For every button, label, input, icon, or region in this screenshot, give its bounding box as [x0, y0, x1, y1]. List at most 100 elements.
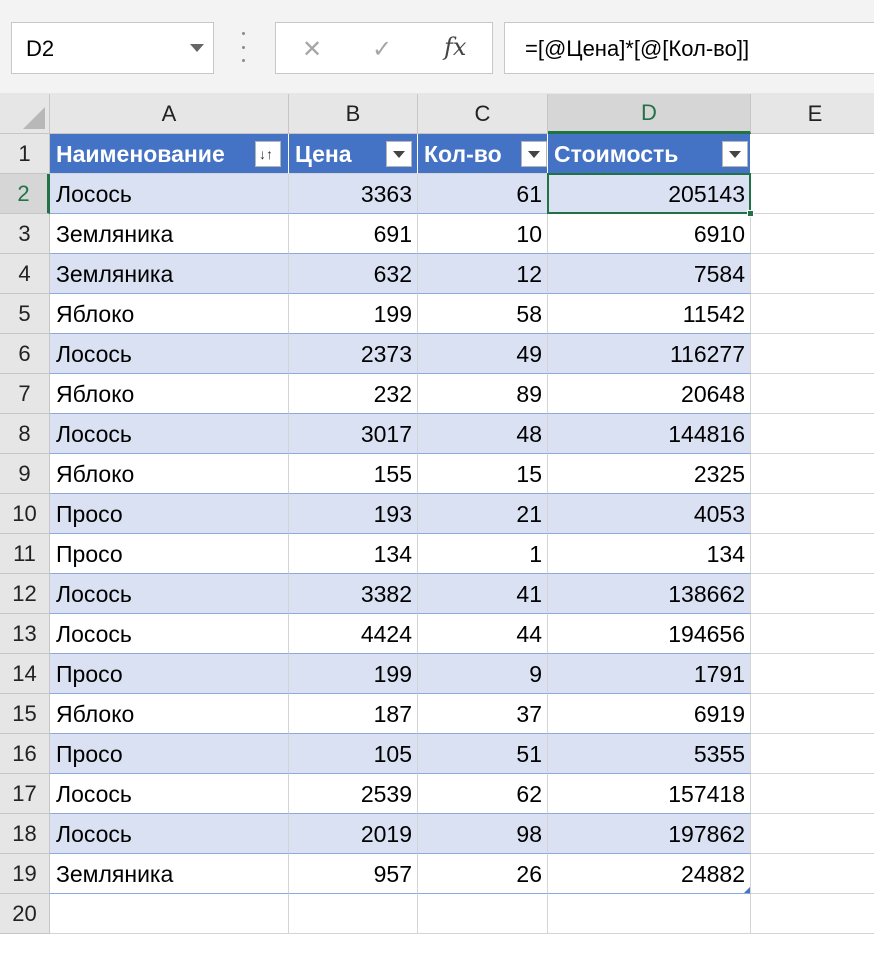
cell[interactable] [751, 494, 874, 534]
table-cell[interactable]: 2539 [289, 774, 418, 814]
table-cell[interactable]: Лосось [50, 574, 289, 614]
cell[interactable] [751, 454, 874, 494]
table-cell[interactable]: 194656 [548, 614, 751, 654]
cell[interactable] [751, 174, 874, 214]
table-cell[interactable]: Яблоко [50, 294, 289, 334]
row-header-2[interactable]: 2 [0, 174, 50, 214]
row-header-12[interactable]: 12 [0, 574, 50, 614]
table-cell[interactable]: 199 [289, 294, 418, 334]
cell[interactable] [751, 734, 874, 774]
row-header-19[interactable]: 19 [0, 854, 50, 894]
row-header-5[interactable]: 5 [0, 294, 50, 334]
cell[interactable] [50, 894, 289, 934]
cell[interactable] [751, 294, 874, 334]
row-header-10[interactable]: 10 [0, 494, 50, 534]
table-cell[interactable]: 3382 [289, 574, 418, 614]
table-cell[interactable]: 197862 [548, 814, 751, 854]
row-header-15[interactable]: 15 [0, 694, 50, 734]
table-cell[interactable]: 4424 [289, 614, 418, 654]
table-cell[interactable]: 116277 [548, 334, 751, 374]
fill-handle[interactable] [747, 210, 754, 217]
table-cell[interactable]: 58 [418, 294, 548, 334]
cell[interactable] [751, 334, 874, 374]
table-cell[interactable]: Просо [50, 734, 289, 774]
column-header-e[interactable]: E [751, 94, 874, 134]
filter-button[interactable] [386, 141, 412, 167]
cell[interactable] [751, 534, 874, 574]
table-cell[interactable]: Просо [50, 654, 289, 694]
filter-button[interactable] [521, 141, 547, 167]
table-resize-handle[interactable] [744, 887, 750, 893]
table-cell[interactable]: Земляника [50, 254, 289, 294]
row-header-13[interactable]: 13 [0, 614, 50, 654]
cell[interactable] [751, 894, 874, 934]
table-cell[interactable]: Лосось [50, 334, 289, 374]
table-cell[interactable]: 1 [418, 534, 548, 574]
row-header-18[interactable]: 18 [0, 814, 50, 854]
table-cell[interactable]: 134 [548, 534, 751, 574]
column-header-d[interactable]: D [548, 94, 751, 134]
table-cell[interactable]: 11542 [548, 294, 751, 334]
table-cell[interactable]: 144816 [548, 414, 751, 454]
cell[interactable] [418, 894, 548, 934]
cell[interactable] [751, 254, 874, 294]
table-cell[interactable]: 193 [289, 494, 418, 534]
cell[interactable] [751, 814, 874, 854]
table-cell[interactable]: Лосось [50, 174, 289, 214]
table-cell[interactable]: 199 [289, 654, 418, 694]
formula-input[interactable]: =[@Цена]*[@[Кол-во]] [504, 22, 874, 74]
table-cell[interactable]: 98 [418, 814, 548, 854]
row-header-8[interactable]: 8 [0, 414, 50, 454]
table-cell[interactable]: 138662 [548, 574, 751, 614]
cell[interactable] [548, 894, 751, 934]
row-header-14[interactable]: 14 [0, 654, 50, 694]
table-cell[interactable]: 9 [418, 654, 548, 694]
table-cell[interactable]: 155 [289, 454, 418, 494]
row-header-6[interactable]: 6 [0, 334, 50, 374]
table-cell[interactable]: Яблоко [50, 454, 289, 494]
row-header-1[interactable]: 1 [0, 134, 50, 174]
table-cell[interactable]: 157418 [548, 774, 751, 814]
cell[interactable] [751, 774, 874, 814]
filter-button[interactable] [722, 141, 748, 167]
table-cell[interactable]: 5355 [548, 734, 751, 774]
table-cell[interactable]: Яблоко [50, 694, 289, 734]
row-header-17[interactable]: 17 [0, 774, 50, 814]
row-header-9[interactable]: 9 [0, 454, 50, 494]
table-cell[interactable]: 10 [418, 214, 548, 254]
column-header-a[interactable]: A [50, 94, 289, 134]
row-header-20[interactable]: 20 [0, 894, 50, 934]
column-header-c[interactable]: C [418, 94, 548, 134]
column-header-b[interactable]: B [289, 94, 418, 134]
table-cell[interactable]: 2019 [289, 814, 418, 854]
cell[interactable] [751, 854, 874, 894]
table-cell[interactable]: 632 [289, 254, 418, 294]
table-cell[interactable]: 3017 [289, 414, 418, 454]
cell[interactable] [751, 614, 874, 654]
table-cell[interactable]: 49 [418, 334, 548, 374]
table-cell[interactable]: 4053 [548, 494, 751, 534]
table-cell[interactable]: 1791 [548, 654, 751, 694]
table-cell[interactable]: 12 [418, 254, 548, 294]
table-cell[interactable]: 2325 [548, 454, 751, 494]
cell[interactable] [751, 654, 874, 694]
table-cell[interactable]: 134 [289, 534, 418, 574]
table-cell[interactable]: 105 [289, 734, 418, 774]
table-cell[interactable]: 20648 [548, 374, 751, 414]
insert-function-icon[interactable]: fx [444, 33, 466, 61]
cell[interactable] [751, 374, 874, 414]
table-cell[interactable]: 232 [289, 374, 418, 414]
cell[interactable] [289, 894, 418, 934]
cell[interactable] [751, 214, 874, 254]
row-header-3[interactable]: 3 [0, 214, 50, 254]
table-cell[interactable]: Лосось [50, 414, 289, 454]
table-cell[interactable]: 48 [418, 414, 548, 454]
table-cell[interactable]: Земляника [50, 854, 289, 894]
table-cell[interactable]: 6910 [548, 214, 751, 254]
table-cell[interactable]: 691 [289, 214, 418, 254]
select-all-button[interactable] [0, 94, 50, 134]
table-cell[interactable]: Лосось [50, 774, 289, 814]
table-cell[interactable]: Лосось [50, 814, 289, 854]
table-cell[interactable]: 44 [418, 614, 548, 654]
name-box[interactable]: D2 [11, 22, 214, 74]
